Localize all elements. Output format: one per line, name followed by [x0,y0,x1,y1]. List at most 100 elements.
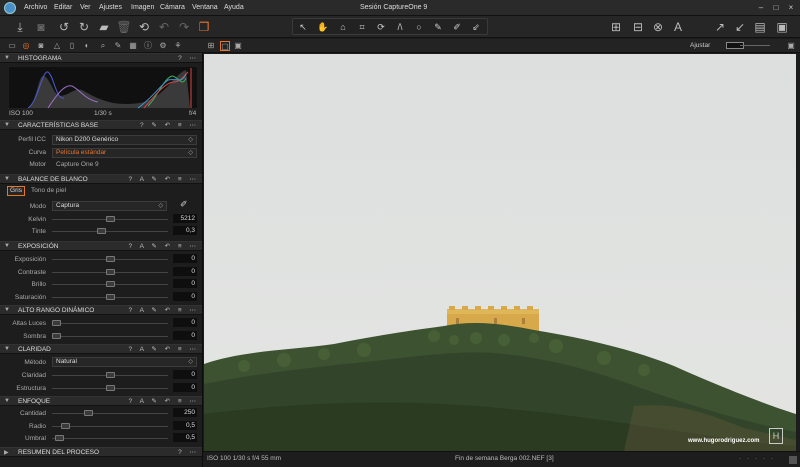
slider-value[interactable]: 0 [173,330,197,340]
single-view-icon[interactable]: ▢ [220,41,230,51]
menu-archivo[interactable]: Archivo [24,4,47,11]
method-select[interactable]: Natural ◇ [52,357,197,367]
color-tag-icon[interactable] [789,456,797,464]
reset-icon[interactable]: ⟲ [136,19,152,35]
redo-icon[interactable]: ↷ [176,19,192,35]
slider-knob[interactable] [52,332,61,339]
undo-icon[interactable]: ↶ [156,19,172,35]
section-controls[interactable]: ? A ✎ ↶ ≡ ⋯ [129,345,199,353]
kelvin-knob[interactable] [105,216,115,222]
slider-value[interactable]: 0,5 [173,420,197,430]
slider-track[interactable] [52,413,168,414]
loupe-icon[interactable]: ⌂ [336,20,350,34]
maximize-icon[interactable]: □ [771,3,781,12]
sharpening-header[interactable]: ▼ ENFOQUE ? A ✎ ↶ ≡ ⋯ [0,396,202,406]
pan-hand-icon[interactable]: ✋ [316,20,330,34]
icc-profile-select[interactable]: Nikon D200 Genérico ◇ [52,135,197,145]
keystone-icon[interactable]: /\ [393,20,407,34]
local-adj-tab-icon[interactable]: ✎ [113,41,123,51]
color-tab-icon[interactable]: ◐ [82,41,92,51]
viewer-icon[interactable]: ▣ [774,19,790,35]
text-icon[interactable]: A [670,19,686,35]
library-tab-icon[interactable]: ▭ [7,41,17,51]
slider-value[interactable]: 0 [173,266,197,276]
brush-icon[interactable]: ✎ [431,20,445,34]
slider-knob[interactable] [105,268,115,275]
section-controls[interactable]: ? A ✎ ↶ ≡ ⋯ [129,306,199,314]
expand-icon[interactable]: ↗ [712,19,728,35]
slider-value[interactable]: 250 [173,408,197,417]
lens-tab-icon[interactable]: △ [52,41,62,51]
move-to-icon[interactable]: ▰ [96,19,112,35]
collapse-icon[interactable]: ↙ [732,19,748,35]
slider-value[interactable]: 0 [173,382,197,392]
slider-value[interactable]: 0 [173,279,197,288]
slider-track[interactable] [52,323,168,324]
kelvin-value[interactable]: 5212 [173,214,197,223]
metadata-tab-icon[interactable]: ⓘ [143,41,153,51]
menu-ajustes[interactable]: Ajustes [99,4,122,11]
camera-icon[interactable]: ◙ [33,19,49,35]
copy-adjustments-icon[interactable]: ⇙ [469,20,483,34]
multi-view-icon[interactable]: ▣ [233,41,243,51]
minimize-icon[interactable]: – [756,3,766,12]
tint-track[interactable] [52,231,168,232]
help-icon[interactable]: ? ⋯ [178,54,199,62]
slider-value[interactable]: 0,5 [173,433,197,442]
rotate-right-icon[interactable]: ↻ [76,19,92,35]
straighten-icon[interactable]: ⟳ [374,20,388,34]
exposure-header[interactable]: ▼ EXPOSICIÓN ? A ✎ ↶ ≡ ⋯ [0,241,202,251]
slider-knob[interactable] [105,256,115,262]
output-tab-icon[interactable]: ⚙ [158,41,168,51]
slider-knob[interactable] [105,293,115,300]
section-controls[interactable]: ? A ✎ ↶ ≡ ⋯ [129,242,199,250]
crop-icon[interactable]: ⌗ [355,20,369,34]
section-controls[interactable]: ? ✎ ↶ ≡ ⋯ [140,121,199,129]
tint-knob[interactable] [96,228,106,234]
base-characteristics-header[interactable]: ▼ CARACTERÍSTICAS BASE ? ✎ ↶ ≡ ⋯ [0,120,202,130]
clarity-header[interactable]: ▼ CLARIDAD ? A ✎ ↶ ≡ ⋯ [0,344,202,354]
batch-tab-icon[interactable]: ⚘ [173,41,183,51]
section-controls[interactable]: ? A ✎ ↶ ≡ ⋯ [129,175,199,183]
close-icon[interactable]: × [786,3,796,12]
white-balance-header[interactable]: ▼ BALANCE DE BLANCO ? A ✎ ↶ ≡ ⋯ [0,174,202,184]
histogram-header[interactable]: ▼ HISTOGRAMA ? ⋯ [0,53,202,63]
exposure-tab-icon[interactable]: ◎ [21,41,31,51]
proof-icon[interactable]: ⊟ [630,19,646,35]
grid-view-icon[interactable]: ⊞ [206,41,216,51]
hdr-header[interactable]: ▼ ALTO RANGO DINÁMICO ? A ✎ ↶ ≡ ⋯ [0,305,202,315]
menu-ventana[interactable]: Ventana [192,4,218,11]
slider-knob[interactable] [105,372,115,378]
menu-imagen[interactable]: Imagen [131,4,154,11]
slider-value[interactable]: 0 [173,370,197,379]
process-summary-header[interactable]: ▶ RESUMEN DEL PROCESO ? ⋯ [0,447,202,457]
slider-knob[interactable] [55,435,65,441]
exposure-warning-icon[interactable]: ⊗ [650,19,666,35]
menu-ver[interactable]: Ver [80,4,91,11]
copy-apply-icon[interactable]: ❐ [196,19,212,35]
rating-stars[interactable]: · · · · · [739,455,775,462]
detail-tab-icon[interactable]: ⌕ [98,41,108,51]
compare-icon[interactable]: ⊞ [608,19,624,35]
browser-icon[interactable]: ▤ [752,19,768,35]
slider-track[interactable] [52,335,168,337]
slider-knob[interactable] [105,281,115,287]
tint-value[interactable]: 0,3 [173,226,197,235]
delete-icon[interactable]: 🗑 [116,19,132,35]
slider-track[interactable] [52,438,168,439]
wb-mode-select[interactable]: Captura ◇ [52,201,167,211]
slider-value[interactable]: 0 [173,318,197,327]
rotate-left-icon[interactable]: ↺ [56,19,72,35]
menu-editar[interactable]: Editar [54,4,72,11]
slider-knob[interactable] [105,384,115,391]
curve-select[interactable]: Película estándar ◇ [52,148,197,158]
select-cursor-icon[interactable]: ↖ [296,20,310,34]
menu-camara[interactable]: Cámara [160,4,185,11]
slider-value[interactable]: 0 [173,254,197,263]
slider-value[interactable]: 0 [173,291,197,301]
slider-knob[interactable] [84,410,94,416]
zoom-track[interactable] [740,45,770,46]
composition-tab-icon[interactable]: ▯ [67,41,77,51]
app-logo-icon[interactable] [4,2,16,14]
adjustments-tab-icon[interactable]: ▦ [128,41,138,51]
